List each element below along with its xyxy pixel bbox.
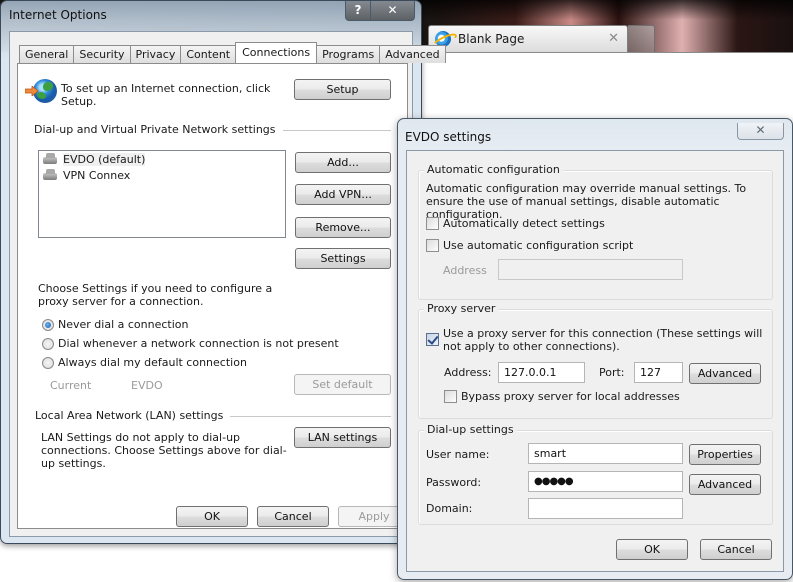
new-tab-button[interactable]: [628, 25, 655, 52]
setup-button[interactable]: Setup: [294, 79, 391, 100]
properties-button[interactable]: Properties: [689, 444, 761, 465]
tab-connections[interactable]: Connections: [235, 42, 318, 63]
add-vpn-button[interactable]: Add VPN...: [295, 184, 391, 205]
auto-config-script-checkbox[interactable]: Use automatic configuration script: [426, 239, 633, 252]
dialup-vpn-section-label: Dial-up and Virtual Private Network sett…: [34, 123, 276, 136]
connection-name: EVDO (default): [63, 152, 146, 166]
dialup-vpn-section-header: Dial-up and Virtual Private Network sett…: [34, 123, 391, 136]
tab-content[interactable]: Content: [180, 45, 237, 63]
cancel-button[interactable]: Cancel: [700, 539, 772, 560]
arrow-icon: [25, 86, 39, 96]
settings-button[interactable]: Settings: [295, 248, 391, 269]
connections-listbox[interactable]: EVDO (default) VPN Connex: [38, 150, 286, 238]
domain-input[interactable]: [528, 498, 683, 519]
tab-general[interactable]: General: [19, 45, 75, 63]
help-button[interactable]: ?: [345, 1, 371, 21]
radio-never-dial[interactable]: Never dial a connection: [42, 318, 188, 331]
proxy-server-group: Proxy server Use a proxy server for this…: [418, 302, 773, 419]
checkbox[interactable]: [444, 390, 457, 403]
radio-label: Never dial a connection: [58, 318, 189, 331]
lan-section-header: Local Area Network (LAN) settings: [35, 409, 391, 422]
checkbox-label: Automatically detect settings: [443, 217, 605, 230]
automatic-configuration-group: Automatic configuration Automatic config…: [418, 163, 773, 300]
group-legend: Dial-up settings: [424, 423, 517, 436]
lan-section-label: Local Area Network (LAN) settings: [35, 409, 224, 422]
radio-button[interactable]: [42, 356, 54, 369]
group-legend: Proxy server: [424, 302, 499, 315]
checkbox[interactable]: [426, 333, 439, 346]
set-default-button[interactable]: Set default: [294, 374, 391, 395]
dialup-connection-icon: [42, 153, 58, 165]
connection-name: VPN Connex: [63, 168, 131, 182]
ok-button[interactable]: OK: [176, 506, 248, 527]
username-input[interactable]: smart: [528, 443, 683, 464]
tab-security[interactable]: Security: [73, 45, 131, 63]
use-proxy-checkbox[interactable]: Use a proxy server for this connection (…: [426, 327, 766, 353]
bypass-local-checkbox[interactable]: Bypass proxy server for local addresses: [444, 390, 680, 403]
close-button[interactable]: ✕: [371, 1, 415, 21]
dialog-client-area: Automatic configuration Automatic config…: [406, 150, 784, 572]
dialup-advanced-button[interactable]: Advanced: [689, 474, 761, 495]
window-title: EVDO settings: [405, 130, 492, 144]
section-divider: [230, 415, 391, 417]
checkbox[interactable]: [426, 217, 439, 230]
password-label: Password:: [426, 476, 482, 489]
radio-dial-when-no-network[interactable]: Dial whenever a network connection is no…: [42, 337, 339, 350]
connections-panel: To set up an Internet connection, click …: [17, 63, 408, 529]
proxy-port-label: Port:: [599, 366, 625, 379]
checkbox-label: Use automatic configuration script: [443, 239, 634, 252]
checkbox-label: Use a proxy server for this connection (…: [443, 327, 763, 353]
radio-label: Always dial my default connection: [58, 356, 247, 369]
radio-label: Dial whenever a network connection is no…: [58, 337, 339, 350]
ok-button[interactable]: OK: [616, 539, 688, 560]
close-button[interactable]: ✕: [737, 123, 784, 140]
tab-privacy[interactable]: Privacy: [129, 45, 182, 63]
vpn-connection-icon: [42, 169, 58, 181]
checkbox[interactable]: [426, 239, 439, 252]
auto-detect-settings-checkbox[interactable]: Automatically detect settings: [426, 217, 605, 230]
proxy-address-input[interactable]: 127.0.0.1: [498, 362, 585, 383]
internet-connection-icon: [25, 79, 57, 105]
close-tab-icon[interactable]: ✕: [608, 31, 619, 46]
internet-options-window: Internet Options ? ✕ General Security Pr…: [0, 0, 446, 544]
setup-description: To set up an Internet connection, click …: [61, 82, 271, 108]
username-label: User name:: [426, 448, 490, 461]
evdo-settings-window: EVDO settings ✕ Automatic configuration …: [397, 118, 793, 580]
tab-advanced[interactable]: Advanced: [379, 45, 446, 63]
radio-button[interactable]: [42, 337, 54, 350]
browser-tab-title: Blank Page: [458, 32, 525, 46]
lan-settings-button[interactable]: LAN settings: [294, 427, 391, 448]
window-title: Internet Options: [9, 8, 107, 22]
script-address-label: Address: [443, 264, 487, 277]
radio-button[interactable]: [42, 318, 54, 331]
list-item[interactable]: EVDO (default): [39, 151, 285, 167]
group-legend: Automatic configuration: [424, 163, 563, 176]
lan-description: LAN Settings do not apply to dial-up con…: [41, 431, 287, 470]
remove-button[interactable]: Remove...: [295, 217, 391, 238]
browser-tab-blank-page[interactable]: Blank Page ✕: [428, 25, 628, 52]
proxy-port-input[interactable]: 127: [634, 362, 683, 383]
tab-strip: General Security Privacy Content Connect…: [19, 42, 446, 63]
section-divider: [282, 129, 391, 131]
cancel-button[interactable]: Cancel: [257, 506, 329, 527]
auto-config-description: Automatic configuration may override man…: [426, 182, 747, 221]
tab-programs[interactable]: Programs: [316, 45, 381, 63]
add-button[interactable]: Add...: [295, 152, 391, 173]
radio-always-dial-default[interactable]: Always dial my default connection: [42, 356, 247, 369]
current-label: Current: [50, 379, 92, 392]
script-address-input[interactable]: [498, 259, 683, 280]
domain-label: Domain:: [426, 502, 473, 515]
current-connection-value: EVDO: [131, 379, 163, 392]
dialup-settings-group: Dial-up settings User name: smart Proper…: [418, 423, 773, 525]
caption-buttons: ? ✕: [345, 1, 415, 21]
proxy-description: Choose Settings if you need to configure…: [38, 282, 273, 308]
checkbox-label: Bypass proxy server for local addresses: [461, 390, 680, 403]
password-input[interactable]: ●●●●●: [528, 471, 683, 492]
proxy-address-label: Address:: [444, 366, 492, 379]
dialog-client-area: General Security Privacy Content Connect…: [9, 31, 446, 537]
proxy-advanced-button[interactable]: Advanced: [689, 363, 761, 384]
list-item[interactable]: VPN Connex: [39, 167, 285, 183]
